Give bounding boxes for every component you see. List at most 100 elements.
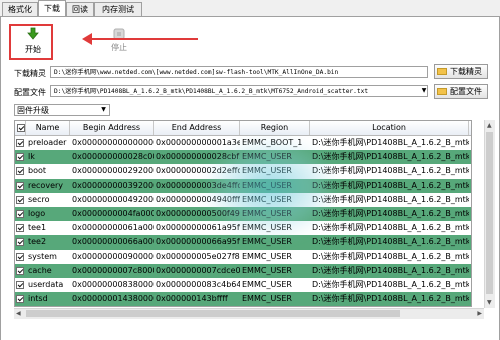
row-checkbox[interactable]	[15, 136, 26, 150]
cell-end: 0x0000000007cdce093	[156, 265, 240, 275]
cell-name: userdata	[28, 279, 64, 289]
tab-memory-test[interactable]: 内存测试	[94, 2, 142, 16]
mode-select[interactable]: 固件升级 ▼	[14, 104, 110, 116]
cell-location: D:\迷你手机网\PD1408BL_A_1.6.2_B_mtk\PD140...	[312, 251, 469, 261]
cell-begin: 0x0000000003920000	[72, 180, 154, 190]
cell-name: recovery	[28, 180, 64, 190]
tab-bar: 格式化 下载 回读 内存测试	[0, 0, 500, 17]
cell-begin: 0x0000000143800000	[72, 294, 154, 304]
cell-name: system	[28, 251, 57, 261]
column-header-begin-address[interactable]: Begin Address	[70, 121, 154, 135]
download-agent-label: 下载精灵	[14, 69, 46, 78]
annotation-arrow-icon	[82, 33, 198, 45]
cell-region: EMMC_USER	[242, 294, 292, 304]
cell-begin: 0x000000000028c0000	[72, 152, 154, 162]
horizontal-scroll-thumb[interactable]	[26, 310, 400, 317]
folder-icon	[437, 88, 447, 95]
row-checkbox[interactable]	[15, 278, 26, 292]
checkbox-icon	[16, 124, 25, 132]
table-row[interactable]: userdata 0x00000000838000000x0000000083c4…	[15, 277, 471, 293]
annotation-highlight-box	[9, 24, 53, 60]
scatter-path-text: D:\迷你手机网\PD1408BL_A_1.6.2_B_mtk\PD1408BL…	[54, 88, 369, 95]
scatter-dropdown-arrow-icon[interactable]: ▼	[420, 86, 428, 96]
row-checkbox[interactable]	[15, 164, 26, 178]
row-checkbox[interactable]	[15, 250, 26, 264]
checkbox-icon	[16, 238, 24, 247]
table-header: Name Begin Address End Address Region Lo…	[15, 121, 471, 136]
cell-begin: 0x00000000066a0000	[72, 237, 154, 247]
cell-end: 0x000000143bffff	[156, 294, 228, 304]
column-header-end-address[interactable]: End Address	[154, 121, 240, 135]
column-header-region[interactable]: Region	[240, 121, 310, 135]
cell-name: tee1	[28, 223, 47, 233]
cell-begin: 0x0000000083800000	[72, 279, 154, 289]
cell-name: secro	[28, 194, 50, 204]
cell-name: cache	[28, 265, 52, 275]
cell-begin: 0x0000000002920000	[72, 166, 154, 176]
cell-name: boot	[28, 166, 47, 176]
checkbox-icon	[16, 295, 24, 304]
column-header-name[interactable]: Name	[26, 121, 70, 135]
cell-end: 0x0000000083c4b64b	[156, 279, 240, 289]
checkbox-icon	[16, 139, 24, 147]
cell-region: EMMC_USER	[242, 279, 292, 289]
row-checkbox[interactable]	[15, 150, 26, 164]
column-header-location[interactable]: Location	[310, 121, 469, 135]
tab-readback[interactable]: 回读	[66, 2, 94, 16]
cell-location: D:\迷你手机网\PD1408BL_A_1.6.2_B_mtk\PD140...	[312, 265, 469, 275]
scroll-down-icon[interactable]: ▼	[487, 299, 492, 306]
folder-icon	[437, 68, 447, 75]
row-checkbox[interactable]	[15, 207, 26, 221]
scatter-label: 配置文件	[14, 88, 46, 97]
table-row[interactable]: system 0x00000000090000000x000000005e027f…	[15, 249, 471, 264]
table-row[interactable]: intsd 0x00000001438000000x000000143bffff E…	[15, 292, 471, 307]
cell-begin: 0x0000000000000000	[72, 138, 154, 147]
checkbox-icon	[16, 181, 24, 190]
download-agent-path-field[interactable]: D:\迷你手机网\www.netded.com\[www.netded.com]…	[50, 66, 428, 78]
cell-region: EMMC_USER	[242, 251, 292, 261]
vertical-scroll-thumb[interactable]	[486, 132, 493, 294]
scroll-right-icon[interactable]: ▶	[477, 310, 482, 317]
download-agent-button-label: 下载精灵	[450, 67, 482, 76]
row-checkbox[interactable]	[15, 264, 26, 278]
cell-name: logo	[28, 208, 46, 218]
download-agent-button[interactable]: 下载精灵	[434, 64, 488, 79]
scroll-left-icon[interactable]: ◀	[16, 310, 21, 317]
checkbox-icon	[16, 280, 24, 289]
horizontal-scrollbar[interactable]: ◀ ▶	[14, 308, 484, 319]
checkbox-icon	[16, 195, 24, 204]
vertical-scrollbar[interactable]: ▲ ▼	[484, 120, 495, 308]
cell-begin: 0x0000000009000000	[72, 251, 154, 261]
cell-begin: 0x00000000061a0000	[72, 223, 154, 233]
tab-download[interactable]: 下载	[38, 0, 66, 17]
cell-name: tee2	[28, 237, 47, 247]
blur-overlay	[205, 138, 335, 238]
header-select-all[interactable]	[15, 121, 26, 135]
cell-region: EMMC_USER	[242, 265, 292, 275]
row-checkbox[interactable]	[15, 193, 26, 207]
row-checkbox[interactable]	[15, 235, 26, 249]
row-checkbox[interactable]	[15, 292, 26, 306]
cell-end: 0x000000005e027f8b	[156, 251, 240, 261]
scatter-file-button[interactable]: 配置文件	[434, 84, 488, 99]
scatter-path-field[interactable]: D:\迷你手机网\PD1408BL_A_1.6.2_B_mtk\PD1408BL…	[50, 85, 428, 97]
cell-begin: 0x0000000004920000	[72, 194, 154, 204]
cell-begin: 0x0000000007c800000	[72, 265, 154, 275]
tab-format[interactable]: 格式化	[2, 2, 38, 16]
mode-select-value: 固件升级	[17, 106, 49, 115]
cell-name: preloader	[28, 138, 67, 147]
cell-name: intsd	[28, 294, 48, 304]
checkbox-icon	[16, 266, 24, 275]
row-checkbox[interactable]	[15, 221, 26, 235]
checkbox-icon	[16, 209, 24, 218]
checkbox-icon	[16, 167, 24, 176]
scatter-file-button-label: 配置文件	[450, 87, 482, 96]
row-checkbox[interactable]	[15, 179, 26, 193]
table-row[interactable]: cache 0x0000000007c8000000x0000000007cdce…	[15, 263, 471, 278]
cell-location: D:\迷你手机网\PD1408BL_A_1.6.2_B_mtk\PD140...	[312, 279, 469, 289]
chevron-down-icon: ▼	[101, 106, 106, 113]
checkbox-icon	[16, 252, 24, 261]
cell-begin: 0x0000000004fa0000	[72, 208, 154, 218]
cell-location: D:\迷你手机网\PD1408BL_A_1.6.2_B_mtk\PD140...	[312, 294, 469, 304]
scroll-up-icon[interactable]: ▲	[487, 122, 492, 129]
